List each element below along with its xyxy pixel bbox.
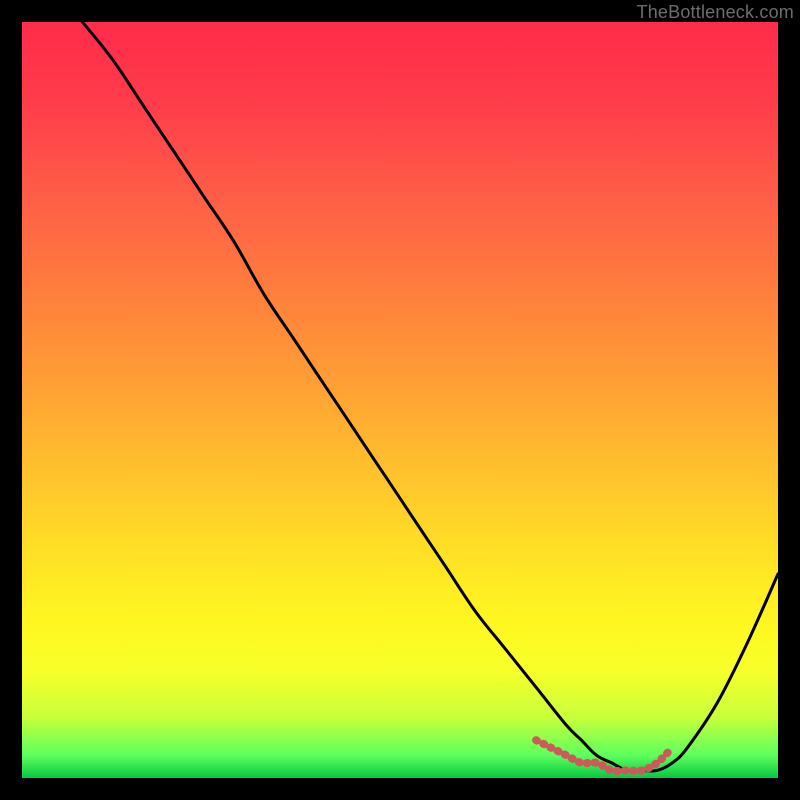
plot-area (22, 22, 778, 778)
bottleneck-curve-path (83, 22, 779, 771)
optimal-region-path (536, 740, 672, 771)
chart-container: TheBottleneck.com (0, 0, 800, 800)
curve-layer (22, 22, 778, 778)
watermark-text: TheBottleneck.com (637, 2, 794, 23)
